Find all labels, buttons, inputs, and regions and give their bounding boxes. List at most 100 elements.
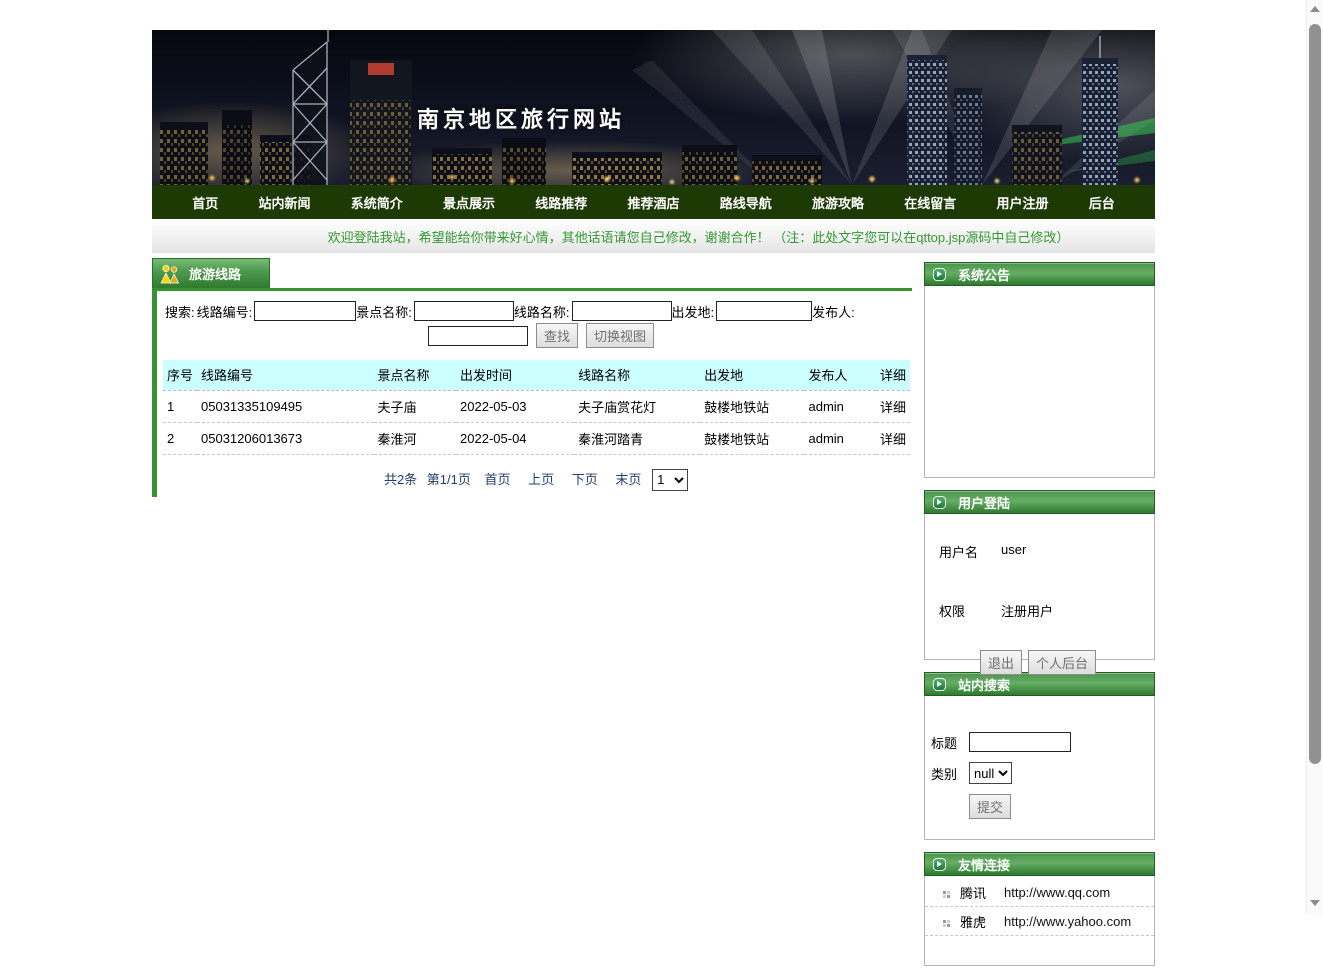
panel-site-search: 站内搜索 标题 类别 null 提交 xyxy=(924,672,1155,840)
table-header-row: 序号 线路编号 景点名称 出发时间 线路名称 出发地 发布人 详细 xyxy=(163,360,910,391)
cell-route-no: 05031206013673 xyxy=(197,422,374,455)
username-row: 用户名 user xyxy=(939,542,1154,561)
nav-item-system-intro[interactable]: 系统简介 xyxy=(351,193,403,212)
link-name[interactable]: 雅虎 xyxy=(960,912,1004,931)
panel-links: 友情连接 腾讯 http://www.qq.com 雅虎 http://www.… xyxy=(924,852,1155,966)
site-search-body: 标题 类别 null 提交 xyxy=(924,696,1155,840)
arrow-icon xyxy=(933,495,946,509)
arrow-icon xyxy=(933,857,946,871)
personal-admin-button[interactable]: 个人后台 xyxy=(1027,650,1096,675)
logout-button[interactable]: 退出 xyxy=(979,650,1022,675)
search-title-input[interactable] xyxy=(969,732,1071,752)
panel-announcement-header: 系统公告 xyxy=(924,262,1155,286)
links-body: 腾讯 http://www.qq.com 雅虎 http://www.yahoo… xyxy=(924,876,1155,966)
site-title: 南京地区旅行网站 xyxy=(417,107,626,132)
detail-link[interactable]: 详细 xyxy=(875,390,910,423)
panel-site-search-title: 站内搜索 xyxy=(958,677,1011,693)
link-url[interactable]: http://www.yahoo.com xyxy=(1004,914,1131,929)
depart-place-label: 出发地: xyxy=(671,304,715,320)
list-item: 雅虎 http://www.yahoo.com xyxy=(925,907,1154,936)
nav-item-scenic-spots[interactable]: 景点展示 xyxy=(443,193,495,212)
nav-item-route-navigation[interactable]: 路线导航 xyxy=(720,193,772,212)
vertical-scrollbar[interactable] xyxy=(1306,0,1323,914)
table-row: 2 05031206013673 秦淮河 2022-05-04 秦淮河踏青 鼓楼… xyxy=(163,422,910,455)
cell-depart-place: 鼓楼地铁站 xyxy=(700,390,805,423)
nav-item-backend[interactable]: 后台 xyxy=(1089,193,1115,212)
cell-spot: 夫子庙 xyxy=(373,390,457,423)
panel-links-title: 友情连接 xyxy=(958,857,1011,873)
list-item: 腾讯 http://www.qq.com xyxy=(925,878,1154,907)
nav-item-user-register[interactable]: 用户注册 xyxy=(996,193,1048,212)
search-prefix-label: 搜索: xyxy=(165,304,195,320)
toggle-view-button[interactable]: 切换视图 xyxy=(586,323,655,348)
publisher-input[interactable] xyxy=(428,325,528,346)
table-row: 1 05031335109495 夫子庙 2022-05-03 夫子庙赏花灯 鼓… xyxy=(163,390,910,423)
panel-site-search-header: 站内搜索 xyxy=(924,672,1155,696)
nav-item-route-recommend[interactable]: 线路推荐 xyxy=(535,193,587,212)
routes-table: 序号 线路编号 景点名称 出发时间 线路名称 出发地 发布人 详细 1 0503… xyxy=(163,360,910,455)
scrollbar-down-icon[interactable] xyxy=(1310,900,1320,906)
spot-name-input[interactable] xyxy=(413,301,514,321)
search-title-row: 标题 xyxy=(931,732,1154,752)
tab-travel-routes[interactable]: 旅游线路 xyxy=(152,258,270,288)
nav-item-hotel-recommend[interactable]: 推荐酒店 xyxy=(627,193,679,212)
search-submit-row: 提交 xyxy=(931,794,1154,819)
pagination-page-info: 第1/1页 xyxy=(426,472,471,487)
arrow-icon xyxy=(933,267,946,281)
cell-publisher: admin xyxy=(804,390,876,423)
pagination-prev[interactable]: 上页 xyxy=(528,472,554,487)
pagination: 共2条 第1/1页 首页 上页 下页 末页 1 xyxy=(161,468,908,491)
search-category-label: 类别 xyxy=(931,766,958,782)
role-value: 注册用户 xyxy=(1001,604,1054,619)
role-label: 权限 xyxy=(939,604,966,619)
publisher-label: 发布人: xyxy=(812,304,855,320)
spot-name-label: 景点名称: xyxy=(356,304,412,320)
nav-item-message-board[interactable]: 在线留言 xyxy=(904,193,956,212)
nav-item-home[interactable]: 首页 xyxy=(192,193,218,212)
detail-link[interactable]: 详细 xyxy=(875,422,910,455)
panel-login-title: 用户登陆 xyxy=(958,495,1011,511)
page-container: 南京地区旅行网站 首页 站内新闻 系统简介 景点展示 线路推荐 推荐酒店 路线导… xyxy=(152,30,1155,978)
cell-seq: 2 xyxy=(163,422,198,455)
submit-button[interactable]: 提交 xyxy=(969,794,1012,819)
pagination-next[interactable]: 下页 xyxy=(572,472,598,487)
scrollbar-thumb[interactable] xyxy=(1309,24,1321,764)
depart-place-input[interactable] xyxy=(716,301,813,321)
main-area: 旅游线路 搜索: 线路编号: 景点名称: 线路名称: 出发地: 发布人: 查找 … xyxy=(152,258,1155,978)
link-name[interactable]: 腾讯 xyxy=(960,883,1004,902)
panel-login: 用户登陆 用户名 user 权限 注册用户 退出 个人后台 xyxy=(924,490,1155,675)
routes-content-box: 搜索: 线路编号: 景点名称: 线路名称: 出发地: 发布人: 查找 切换视图 xyxy=(152,288,912,497)
route-no-input[interactable] xyxy=(254,301,357,321)
category-select[interactable]: null xyxy=(969,762,1012,784)
main-nav: 首页 站内新闻 系统简介 景点展示 线路推荐 推荐酒店 路线导航 旅游攻略 在线… xyxy=(152,185,1155,219)
search-title-label: 标题 xyxy=(931,735,958,751)
page-select[interactable]: 1 xyxy=(652,468,689,491)
cell-seq: 1 xyxy=(163,390,198,423)
link-url[interactable]: http://www.qq.com xyxy=(1004,885,1110,900)
sidebar: 系统公告 用户登陆 用户名 user 权限 注册用户 退出 个人后台 站内搜索 … xyxy=(924,258,1155,978)
route-no-label: 线路编号: xyxy=(196,304,253,320)
announcement-body xyxy=(924,286,1155,478)
arrow-icon xyxy=(933,677,946,691)
header-spot: 景点名称 xyxy=(373,360,457,391)
panel-links-header: 友情连接 xyxy=(924,852,1155,876)
cell-route-name: 秦淮河踏青 xyxy=(574,422,701,455)
route-name-input[interactable] xyxy=(571,301,672,321)
scrollbar-up-icon[interactable] xyxy=(1310,6,1320,12)
nav-item-travel-guide[interactable]: 旅游攻略 xyxy=(812,193,864,212)
cell-publisher: admin xyxy=(804,422,876,455)
panel-login-header: 用户登陆 xyxy=(924,490,1155,514)
role-row: 权限 注册用户 xyxy=(939,601,1154,620)
nav-item-site-news[interactable]: 站内新闻 xyxy=(258,193,310,212)
find-button[interactable]: 查找 xyxy=(536,323,579,348)
route-search-form: 搜索: 线路编号: 景点名称: 线路名称: 出发地: 发布人: xyxy=(161,301,908,321)
pagination-last[interactable]: 末页 xyxy=(615,472,641,487)
link-bullet-icon xyxy=(943,919,946,923)
username-value: user xyxy=(1001,542,1027,557)
header-publisher: 发布人 xyxy=(804,360,876,391)
header-route-name: 线路名称 xyxy=(574,360,701,391)
panel-announcement-title: 系统公告 xyxy=(958,267,1011,283)
people-icon xyxy=(160,264,180,283)
cell-route-no: 05031335109495 xyxy=(197,390,374,423)
pagination-first[interactable]: 首页 xyxy=(485,472,511,487)
